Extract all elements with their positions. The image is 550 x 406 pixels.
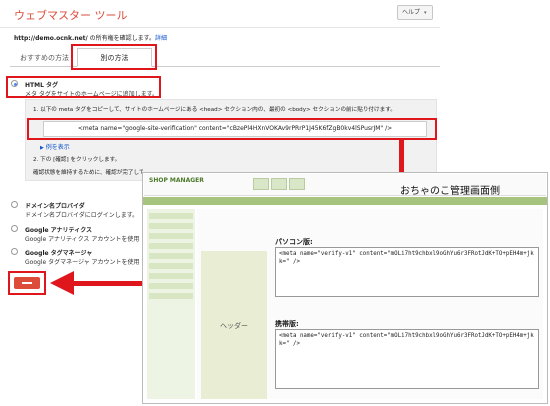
tab-highlight-box	[71, 44, 157, 70]
shop-manager-screenshot: SHOP MANAGER ヘッダー パソコン版: <meta name="ver…	[142, 172, 548, 404]
tag-manager-radio[interactable]	[11, 248, 18, 255]
triangle-right-icon: ▶	[40, 145, 44, 151]
shop-nav-bar	[143, 197, 547, 205]
domain-provider-radio[interactable]	[11, 201, 18, 208]
help-label: ヘルプ	[402, 9, 421, 16]
analytics-desc: Google アナリティクス アカウントを使用し	[25, 236, 140, 243]
shop-nav-button[interactable]	[253, 178, 269, 190]
step-2-text: 2. 下の [確認] をクリックします。	[33, 157, 121, 163]
arrow-left-icon	[50, 271, 74, 295]
domain-provider-desc: ドメイン名プロバイダにログインします。	[25, 212, 139, 219]
tag-manager-title: Google タグマネージャ	[25, 250, 93, 257]
persist-note: 確認状態を維持するために、確認が完了してもメタ タグを削除しないでください。	[33, 170, 143, 176]
shop-sidebar-item[interactable]	[149, 223, 193, 229]
help-button[interactable]: ヘルプ ▾	[397, 5, 433, 20]
tab-recommended[interactable]: おすすめの方法	[20, 53, 69, 63]
shop-sidebar-item[interactable]	[149, 283, 193, 289]
shop-sidebar-item[interactable]	[149, 243, 193, 249]
shop-logo: SHOP MANAGER	[149, 177, 204, 184]
shop-sidebar-item[interactable]	[149, 233, 193, 239]
ownership-desc: の所有権を確認します。	[87, 35, 156, 42]
ownership-text: http://demo.ocnk.net/ の所有権を確認します。詳細	[14, 33, 167, 42]
shop-sidebar-item[interactable]	[149, 273, 193, 279]
shop-sidebar-item[interactable]	[149, 263, 193, 269]
header-section-label: ヘッダー	[201, 251, 267, 399]
shop-nav-button[interactable]	[271, 178, 287, 190]
step-1-text: 1. 以下の meta タグをコピーして、サイトのホームページにある <head…	[33, 107, 396, 113]
details-link[interactable]: 詳細	[155, 35, 167, 42]
shop-nav-button[interactable]	[289, 178, 305, 190]
app-title: ウェブマスター ツール	[14, 9, 128, 22]
shop-sidebar-item[interactable]	[149, 253, 193, 259]
header-divider	[0, 27, 440, 28]
verify-highlight-box	[8, 271, 46, 295]
show-examples-link[interactable]: ▶ 例を表示	[40, 142, 70, 151]
show-examples-label: 例を表示	[45, 144, 70, 151]
analytics-title: Google アナリティクス	[25, 227, 93, 234]
analytics-radio[interactable]	[11, 225, 18, 232]
shop-sidebar-item[interactable]	[149, 213, 193, 219]
mobile-code-field[interactable]: <meta name="verify-v1" content="mOLi7ht9…	[275, 329, 539, 389]
domain-provider-title: ドメイン名プロバイダ	[25, 203, 85, 210]
mobile-version-title: 携帯版:	[275, 320, 299, 328]
meta-tag-highlight-box	[27, 118, 437, 140]
tag-manager-desc: Google タグマネージャ アカウントを使用し	[25, 259, 140, 266]
pc-code-field[interactable]: <meta name="verify-v1" content="mOLi7ht9…	[275, 247, 539, 297]
pc-version-title: パソコン版:	[275, 238, 313, 246]
html-tag-highlight-box	[6, 76, 161, 98]
shop-sidebar-item[interactable]	[149, 293, 193, 299]
site-url: http://demo.ocnk.net/	[14, 35, 88, 42]
chevron-down-icon: ▾	[423, 10, 427, 16]
screenshot-caption: おちゃのこ管理画面側	[400, 186, 500, 197]
